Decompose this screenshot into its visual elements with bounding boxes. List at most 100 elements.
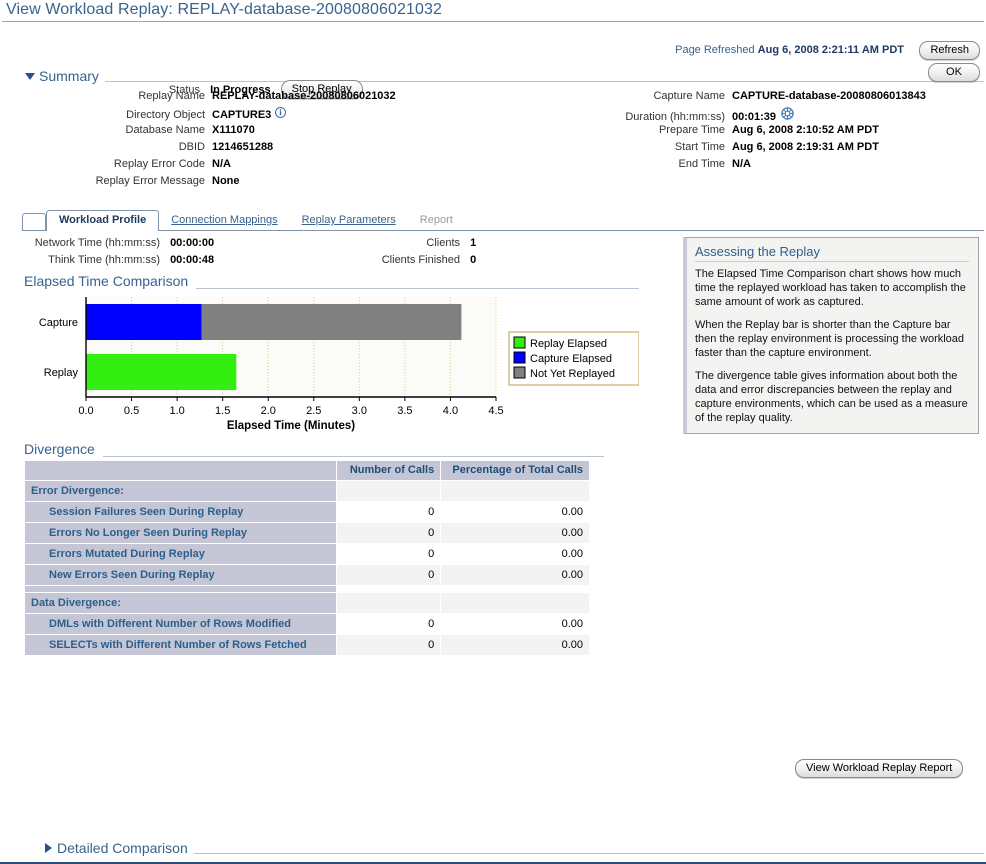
elapsed-time-chart-block: Elapsed Time Comparison Capture Replay 0.0… — [24, 273, 640, 441]
row-group-label: Data Divergence: — [24, 592, 337, 614]
col-header-number-of-calls: Number of Calls — [335, 460, 442, 481]
duration-value: 00:01:39 — [732, 111, 777, 123]
profile-field: Think Time (hh:mm:ss) 00:00:48 — [0, 254, 214, 271]
tab-bar: Workload Profile Connection Mappings Rep… — [22, 208, 984, 231]
chart-svg: Capture Replay 0.0 0.5 1.0 1.5 2.0 2.5 3.0 3.5 4.0… — [39, 297, 640, 432]
profile-stats-right: Clients 1 Clients Finished 0 — [300, 237, 476, 271]
chart-x-tick-label: 2.5 — [306, 405, 321, 417]
network-time-value: 00:00:00 — [170, 237, 215, 249]
tab-workload-profile[interactable]: Workload Profile — [46, 210, 160, 231]
page-title: View Workload Replay: REPLAY-database-20… — [6, 1, 443, 18]
row-label: Session Failures Seen During Replay — [24, 501, 337, 523]
report-button-wrap: View Workload Replay Report — [795, 759, 964, 778]
chart-category-label: Capture — [39, 317, 78, 329]
summary-left-column: Replay Name REPLAY-database-200808060210… — [0, 90, 396, 192]
chart-category-label: Replay — [44, 367, 79, 379]
directory-object-label: Directory Object — [126, 109, 205, 121]
row-label: Errors Mutated During Replay — [24, 543, 337, 565]
replay-error-message-label: Replay Error Message — [95, 175, 205, 187]
side-panel-paragraph: The Elapsed Time Comparison chart shows … — [695, 268, 966, 308]
database-name-value: X111070 — [212, 124, 255, 136]
chart-legend-label: Replay Elapsed — [530, 338, 607, 350]
summary-field: Start Time Aug 6, 2008 2:19:31 AM PDT — [520, 141, 926, 158]
cell-percentage-of-total-calls: 0.00 — [440, 501, 590, 523]
cell-number-of-calls: 0 — [335, 501, 442, 523]
tab-replay-parameters[interactable]: Replay Parameters — [290, 211, 408, 230]
duration-label: Duration (hh:mm:ss) — [625, 111, 725, 123]
capture-name-label: Capture Name — [653, 90, 725, 102]
database-name-label: Database Name — [125, 124, 206, 136]
summary-field: Replay Name REPLAY-database-200808060210… — [0, 90, 396, 107]
triangle-right-icon[interactable] — [42, 842, 54, 854]
page-refreshed-info: Page Refreshed Aug 6, 2008 2:21:11 AM PD… — [675, 44, 904, 56]
summary-right-column: Capture Name CAPTURE-database-2008080601… — [520, 90, 926, 175]
assessing-the-replay-panel: Assessing the Replay The Elapsed Time Co… — [683, 237, 979, 434]
chart-bar-replay-replay-elapsed — [86, 354, 237, 390]
clients-label: Clients — [426, 237, 460, 249]
table-row: Data Divergence: — [24, 592, 590, 614]
chart-x-tick-label: 4.0 — [443, 405, 458, 417]
side-panel-title: Assessing the Replay — [695, 244, 821, 259]
detailed-comparison-title: Detailed Comparison — [57, 840, 188, 856]
spinner-icon — [781, 107, 794, 120]
section-rule — [196, 276, 639, 289]
ok-button[interactable]: OK — [928, 63, 980, 82]
view-workload-replay-report-button[interactable]: View Workload Replay Report — [795, 759, 964, 778]
table-row: Errors Mutated During Replay 0 0.00 — [24, 543, 590, 565]
table-header-row: Number of Calls Percentage of Total Call… — [24, 460, 590, 481]
col-header-blank — [24, 460, 337, 481]
think-time-label: Think Time (hh:mm:ss) — [48, 254, 160, 266]
chart-x-tick-label: 1.5 — [215, 405, 230, 417]
prepare-time-value: Aug 6, 2008 2:10:52 AM PDT — [732, 124, 879, 136]
table-row — [24, 585, 590, 593]
table-row: SELECTs with Different Number of Rows Fe… — [24, 634, 590, 656]
dbid-value: 1214651288 — [212, 141, 274, 153]
table-row: DMLs with Different Number of Rows Modif… — [24, 613, 590, 635]
cell-number-of-calls: 0 — [335, 613, 442, 635]
summary-field: End Time N/A — [520, 158, 926, 175]
clients-finished-label: Clients Finished — [381, 254, 460, 266]
table-row: Errors No Longer Seen During Replay 0 0.00 — [24, 522, 590, 544]
prepare-time-label: Prepare Time — [658, 124, 725, 136]
cell-number-of-calls: 0 — [335, 564, 442, 586]
cell-percentage-of-total-calls — [440, 592, 590, 614]
page-refreshed-value: Aug 6, 2008 2:21:11 AM PDT — [757, 44, 904, 56]
chart-legend-label: Capture Elapsed — [530, 353, 612, 365]
start-time-label: Start Time — [674, 141, 725, 153]
page-root: View Workload Replay: REPLAY-database-20… — [0, 0, 986, 864]
side-panel-paragraph: When the Replay bar is shorter than the … — [695, 319, 965, 359]
summary-field: Replay Error Code N/A — [0, 158, 396, 175]
side-panel-paragraph: The divergence table gives information a… — [695, 370, 968, 424]
divergence-block: Divergence Number of Calls Percentage of… — [24, 441, 604, 656]
row-label: DMLs with Different Number of Rows Modif… — [24, 613, 337, 635]
divergence-table: Number of Calls Percentage of Total Call… — [24, 460, 590, 656]
replay-error-code-value: N/A — [212, 158, 231, 170]
section-rule — [193, 843, 984, 854]
think-time-value: 00:00:48 — [170, 254, 215, 266]
cell-percentage-of-total-calls — [440, 480, 590, 502]
info-icon[interactable] — [275, 107, 287, 118]
chart-bar-capture-capture-elapsed — [86, 304, 202, 340]
row-label: SELECTs with Different Number of Rows Fe… — [24, 634, 337, 656]
cell-percentage-of-total-calls — [440, 585, 590, 593]
capture-name-value: CAPTURE-database-20080806013843 — [732, 90, 926, 102]
chart-x-axis-label: Elapsed Time (Minutes) — [227, 420, 355, 432]
table-row: Error Divergence: — [24, 480, 590, 502]
section-rule — [102, 444, 604, 457]
summary-field: Database Name X111070 — [0, 124, 396, 141]
chart-x-tick-label: 1.0 — [169, 405, 184, 417]
refresh-button[interactable]: Refresh — [919, 41, 980, 60]
cell-number-of-calls — [335, 592, 442, 614]
profile-field: Clients Finished 0 — [300, 254, 476, 271]
chart-section-header: Elapsed Time Comparison — [24, 273, 639, 289]
tab-connection-mappings[interactable]: Connection Mappings — [159, 211, 289, 230]
cell-percentage-of-total-calls: 0.00 — [440, 564, 590, 586]
row-label: Errors No Longer Seen During Replay — [24, 522, 337, 544]
replay-name-value: REPLAY-database-20080806021032 — [212, 90, 396, 102]
dbid-label: DBID — [178, 141, 205, 153]
summary-field: Capture Name CAPTURE-database-2008080601… — [520, 90, 926, 107]
detailed-comparison-header[interactable]: Detailed Comparison — [42, 840, 984, 856]
chart-x-tick-label: 0.0 — [78, 405, 93, 417]
cell-number-of-calls: 0 — [335, 634, 442, 656]
detailed-comparison-section: Detailed Comparison — [0, 840, 986, 856]
